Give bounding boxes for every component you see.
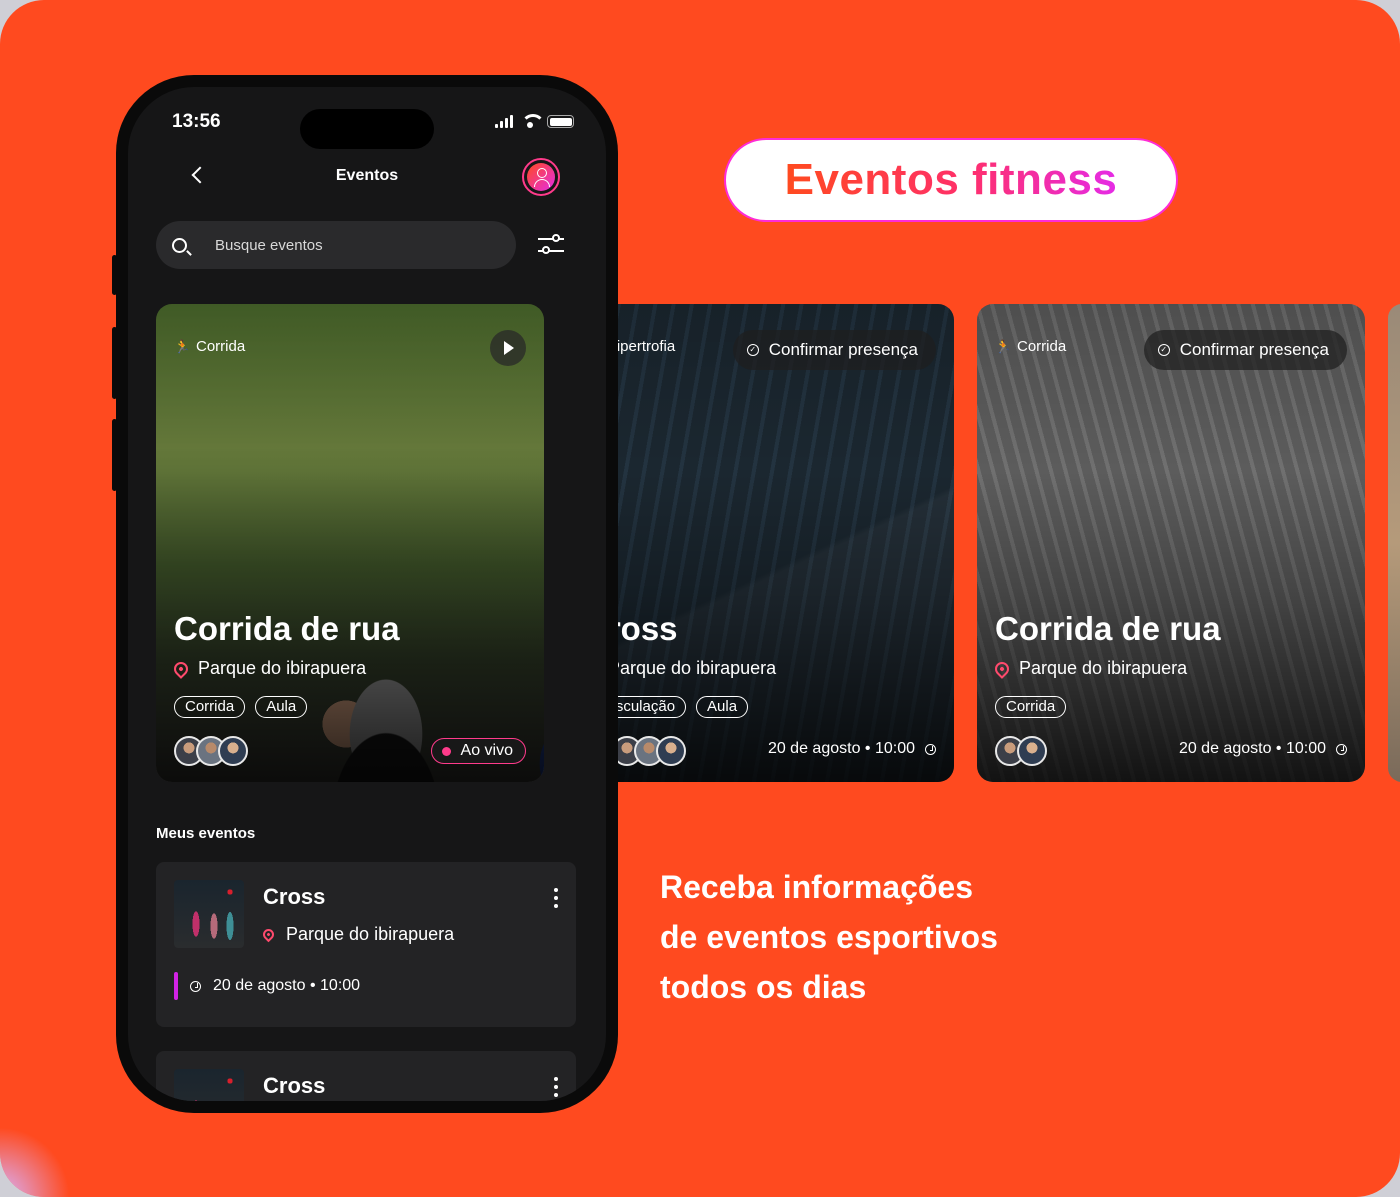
- tag: Corrida: [995, 696, 1067, 718]
- runner-icon: 🏃: [174, 338, 191, 354]
- event-thumbnail: [174, 880, 244, 948]
- search-input[interactable]: Busque eventos: [156, 221, 516, 269]
- attendee-avatars: [612, 736, 686, 766]
- featured-card-cross[interactable]: ✥ Hipertrofia ✓ Confirmar presença Cross…: [566, 304, 954, 782]
- confirm-attendance-button[interactable]: ✓ Confirmar presença: [732, 330, 936, 370]
- clock-icon: [1336, 743, 1347, 755]
- confirm-label: Confirmar presença: [1179, 340, 1329, 359]
- event-title: Cross: [263, 884, 326, 909]
- my-event-item[interactable]: Cross: [156, 1051, 576, 1101]
- location-pin-icon: [992, 658, 1012, 679]
- tagline-line: todos os dias: [660, 969, 867, 1005]
- play-button[interactable]: [490, 330, 526, 366]
- promo-title-pill: Eventos fitness: [724, 138, 1178, 222]
- status-time: 13:56: [172, 111, 221, 132]
- event-location: Parque do ibirapuera: [260, 924, 455, 945]
- signal-icon: [495, 115, 513, 128]
- avatar: [656, 736, 686, 766]
- location-pin-icon: [171, 658, 191, 679]
- user-icon: [527, 163, 555, 191]
- card-category: 🏃 Corrida: [995, 338, 1066, 355]
- live-badge: Ao vivo: [430, 738, 526, 764]
- card-category-label: Corrida: [1017, 338, 1067, 355]
- search-placeholder: Busque eventos: [215, 236, 323, 254]
- status-icons: [495, 114, 574, 128]
- card-datetime-label: 20 de agosto • 10:00: [767, 740, 915, 757]
- corner-glow: [0, 1127, 70, 1197]
- more-options-icon[interactable]: [554, 888, 558, 912]
- featured-card-corrida-2[interactable]: 🏃 Corrida ✓ Confirmar presença Corrida d…: [977, 304, 1365, 782]
- card-location-label: Parque do ibirapuera: [198, 658, 367, 678]
- card-category-label: Corrida: [196, 338, 246, 355]
- clock-icon: [925, 743, 936, 755]
- promo-tagline: Receba informações de eventos esportivos…: [660, 862, 1120, 1012]
- check-circle-icon: ✓: [1157, 344, 1170, 356]
- tagline-line: Receba informações: [660, 869, 974, 905]
- search-icon: [172, 237, 187, 253]
- card-location-label: Parque do ibirapuera: [1019, 658, 1188, 678]
- promo-title: Eventos fitness: [784, 155, 1118, 204]
- confirm-attendance-button[interactable]: ✓ Confirmar presença: [1143, 330, 1347, 370]
- avatar: [1017, 736, 1047, 766]
- card-tags: Corrida: [995, 696, 1067, 718]
- tag: Aula: [255, 696, 308, 718]
- card-title: Corrida de rua: [174, 610, 400, 647]
- event-title: Cross: [263, 1073, 326, 1098]
- card-datetime: 20 de agosto • 10:00: [1179, 740, 1347, 758]
- check-circle-icon: ✓: [746, 344, 759, 356]
- card-datetime-label: 20 de agosto • 10:00: [1178, 740, 1326, 757]
- card-title: Corrida de rua: [995, 610, 1221, 647]
- more-options-icon[interactable]: [554, 1077, 558, 1101]
- live-dot-icon: [441, 746, 451, 756]
- promo-canvas: Eventos fitness Receba informações de ev…: [0, 0, 1400, 1197]
- card-location: Parque do ibirapuera: [171, 658, 367, 679]
- profile-avatar-button[interactable]: [522, 158, 560, 196]
- event-datetime: 20 de agosto • 10:00: [190, 977, 360, 995]
- wifi-icon: [521, 114, 545, 128]
- event-datetime-label: 20 de agosto • 10:00: [213, 977, 361, 994]
- phone-mockup: 13:56 Eventos Busque eventos 🏃 Corrida C…: [112, 75, 618, 1113]
- my-event-item[interactable]: Cross Parque do ibirapuera 20 de agosto …: [156, 862, 576, 1027]
- dynamic-island: [300, 109, 434, 149]
- battery-icon: [547, 115, 574, 128]
- card-category: 🏃 Corrida: [174, 338, 245, 355]
- clock-icon: [190, 980, 201, 992]
- tag: Corrida: [174, 696, 246, 718]
- confirm-label: Confirmar presença: [768, 340, 918, 359]
- phone-side-button: [112, 327, 117, 399]
- event-thumbnail: [174, 1069, 244, 1101]
- card-location-label: Parque do ibirapuera: [608, 658, 777, 678]
- my-events-title: Meus eventos: [156, 825, 256, 842]
- runner-icon: 🏃: [995, 338, 1012, 354]
- phone-side-button: [112, 419, 117, 491]
- live-label: Ao vivo: [460, 742, 513, 759]
- featured-card-corrida[interactable]: 🏃 Corrida Corrida de rua Parque do ibira…: [156, 304, 544, 782]
- tag: Aula: [696, 696, 749, 718]
- phone-side-button: [112, 255, 117, 295]
- card-tags: Corrida Aula: [174, 696, 308, 718]
- phone-screen: 13:56 Eventos Busque eventos 🏃 Corrida C…: [128, 87, 606, 1101]
- card-datetime: 20 de agosto • 10:00: [768, 740, 936, 758]
- avatar: [218, 736, 248, 766]
- event-location-label: Parque do ibirapuera: [286, 924, 455, 944]
- filter-sliders-icon[interactable]: [538, 233, 564, 257]
- event-accent-bar: [174, 972, 178, 1000]
- attendee-avatars: [174, 736, 248, 766]
- card-location: Parque do ibirapuera: [992, 658, 1188, 679]
- featured-card-peek[interactable]: [1388, 304, 1400, 782]
- location-pin-icon: [260, 926, 277, 943]
- tagline-line: de eventos esportivos: [660, 919, 998, 955]
- attendee-avatars: [995, 736, 1047, 766]
